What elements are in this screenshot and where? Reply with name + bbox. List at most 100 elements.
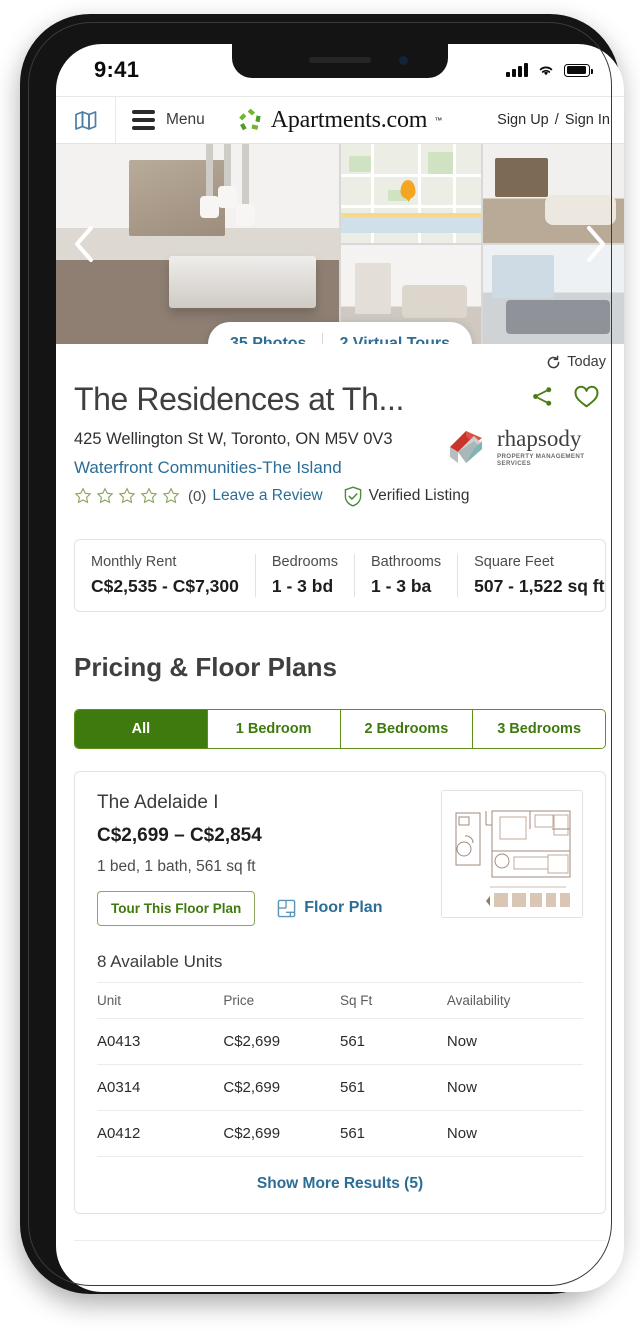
gallery-next-button[interactable]	[574, 222, 618, 266]
heart-icon[interactable]	[573, 384, 600, 409]
gallery-prev-button[interactable]	[62, 222, 106, 266]
floor-plan-link-label: Floor Plan	[304, 899, 383, 917]
page-title: The Residences at Th...	[74, 381, 404, 417]
cell-availability: Now	[446, 1018, 583, 1065]
star-rating[interactable]	[74, 487, 180, 505]
status-time: 9:41	[94, 57, 140, 82]
sign-in-link[interactable]: Sign In	[565, 112, 610, 128]
stat-label: Square Feet	[474, 553, 554, 570]
front-camera-icon	[399, 56, 408, 65]
verified-check-shield-icon	[344, 486, 361, 507]
cell-availability: Now	[446, 1064, 583, 1111]
site-header: Menu Apartments.com ™ Sign Up / Sign In	[56, 96, 624, 144]
virtual-tours-link[interactable]: 2 Virtual Tours	[323, 335, 466, 344]
brand-trademark: ™	[434, 115, 443, 125]
management-company-name: rhapsody	[497, 426, 582, 451]
stat-value: 1 - 3 ba	[370, 575, 432, 596]
leave-review-link[interactable]: Leave a Review	[212, 487, 322, 505]
stat-bedrooms: Bedrooms 1 - 3 bd	[256, 553, 355, 597]
star-icon	[162, 487, 180, 504]
stat-square-feet: Square Feet 507 - 1,522 sq ft	[458, 554, 620, 597]
phone-frame: 9:41 Menu Apartments.com ™ Sign Up / Sig…	[20, 14, 624, 1294]
map-icon[interactable]	[56, 97, 116, 143]
floor-plan-actions: Tour This Floor Plan Floor Plan	[97, 890, 583, 926]
show-more-results-link[interactable]: Show More Results (5)	[97, 1157, 583, 1197]
floor-plan-thumbnail[interactable]	[441, 789, 583, 918]
gallery-map-tile[interactable]	[340, 144, 482, 243]
share-icon[interactable]	[530, 384, 555, 409]
cell-sqft: 561	[339, 1064, 447, 1111]
floor-plan-icon	[277, 899, 296, 918]
gallery-column-1	[340, 144, 482, 344]
cell-sqft: 561	[339, 1018, 447, 1065]
map-pin-icon	[400, 179, 416, 199]
management-company-logo: rhapsody PROPERTY MANAGEMENT SERVICES	[446, 427, 606, 467]
cell-sqft: 561	[339, 1110, 447, 1157]
floor-plan-meta: 1 bed, 1 bath, 561 sq ft	[97, 857, 256, 875]
next-section	[74, 1239, 606, 1255]
refresh-icon	[548, 354, 560, 368]
table-row[interactable]: A0412 C$2,699 561 Now	[97, 1110, 583, 1157]
menu-button[interactable]: Menu	[116, 97, 219, 143]
gallery-pill-group: 35 Photos 2 Virtual Tours	[207, 322, 473, 344]
menu-label: Menu	[166, 111, 205, 128]
bedroom-filter-tabs: All 1 Bedroom 2 Bedrooms 3 Bedrooms	[74, 708, 606, 749]
stat-value: 507 - 1,522 sq ft	[474, 575, 605, 596]
cell-unit: A0314	[97, 1064, 224, 1111]
sign-up-link[interactable]: Sign Up	[497, 112, 549, 128]
cell-price: C$2,699	[223, 1018, 340, 1065]
cell-price: C$2,699	[223, 1064, 340, 1111]
photos-count-link[interactable]: 35 Photos	[214, 335, 322, 344]
phone-notch	[232, 44, 448, 78]
table-row[interactable]: A0314 C$2,699 561 Now	[97, 1064, 583, 1111]
cell-unit: A0413	[97, 1018, 224, 1065]
phone-screen: 9:41 Menu Apartments.com ™ Sign Up / Sig…	[56, 44, 624, 1292]
stat-label: Monthly Rent	[91, 553, 177, 570]
battery-icon	[564, 63, 593, 77]
management-company-tagline: PROPERTY MANAGEMENT SERVICES	[497, 453, 585, 467]
floor-plan-blueprint-icon	[442, 790, 582, 917]
column-availability: Availability	[446, 981, 583, 1019]
wifi-icon	[539, 66, 553, 76]
share-favorite-actions	[446, 384, 606, 409]
available-units-table: Unit Price Sq Ft Availability A0413 C$2,…	[97, 981, 583, 1157]
stat-label: Bathrooms	[370, 553, 442, 570]
property-side-actions: Today rhapsody PROPERTY MANAGEMENT SERVI…	[446, 354, 606, 467]
stat-bathrooms: Bathrooms 1 - 3 ba	[355, 553, 459, 597]
floor-plan-link[interactable]: Floor Plan	[277, 899, 382, 918]
chevron-right-icon	[587, 226, 605, 262]
hamburger-menu-icon	[132, 110, 155, 130]
verified-listing-badge: Verified Listing	[343, 486, 470, 507]
neighborhood-link[interactable]: Waterfront Communities-The Island	[74, 458, 342, 478]
property-summary: The Residences at Th... 425 Wellington S…	[74, 344, 606, 521]
brand-logo[interactable]: Apartments.com ™	[238, 107, 443, 134]
chevron-left-icon	[75, 226, 93, 262]
column-sqft: Sq Ft	[339, 981, 447, 1019]
star-icon	[118, 487, 136, 504]
floor-plan-price: C$2,699 – C$2,854	[97, 824, 262, 846]
stat-monthly-rent: Monthly Rent C$2,535 - C$7,300	[75, 553, 256, 597]
table-row[interactable]: A0413 C$2,699 561 Now	[97, 1018, 583, 1065]
last-updated: Today	[446, 354, 606, 370]
photo-gallery[interactable]: 35 Photos 2 Virtual Tours	[56, 144, 624, 344]
cell-price: C$2,699	[223, 1110, 340, 1157]
column-unit: Unit	[97, 981, 224, 1019]
floor-plan-card: The Adelaide I C$2,699 – C$2,854 1 bed, …	[74, 770, 606, 1214]
rhapsody-cube-logo-icon	[446, 427, 490, 467]
stat-value: 1 - 3 bd	[271, 575, 334, 596]
earpiece-speaker-icon	[309, 57, 371, 63]
stat-label: Bedrooms	[271, 553, 338, 570]
tour-this-floor-plan-button[interactable]: Tour This Floor Plan	[97, 890, 256, 926]
verified-listing-label: Verified Listing	[368, 487, 470, 505]
tab-1-bedroom[interactable]: 1 Bedroom	[207, 709, 341, 748]
review-count: (0)	[188, 487, 207, 505]
available-units-title: 8 Available Units	[97, 951, 223, 971]
property-address: 425 Wellington St W, Toronto, ON M5V 0V3	[74, 429, 393, 448]
table-header-row: Unit Price Sq Ft Availability	[97, 981, 583, 1019]
auth-links: Sign Up / Sign In	[497, 112, 624, 128]
tab-all[interactable]: All	[75, 709, 208, 748]
tab-2-bedrooms[interactable]: 2 Bedrooms	[340, 709, 474, 748]
property-stats-bar: Monthly Rent C$2,535 - C$7,300 Bedrooms …	[74, 538, 606, 612]
status-indicators	[506, 63, 593, 77]
tab-3-bedrooms[interactable]: 3 Bedrooms	[473, 709, 605, 748]
